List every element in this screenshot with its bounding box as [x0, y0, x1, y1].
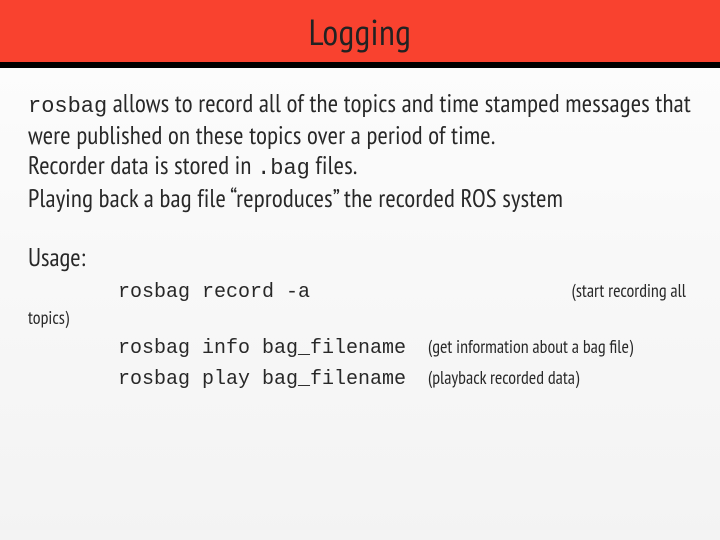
body-paragraph: rosbag allows to record all of the topic…: [28, 88, 692, 213]
command-desc: (get information about a bag file): [428, 335, 633, 358]
body-text-2b: files.: [310, 149, 358, 181]
command-text: rosbag info bag_filename: [118, 337, 418, 360]
title-bar: Logging: [0, 0, 720, 62]
command-desc: (playback recorded data): [428, 366, 579, 389]
body-text-2a: Recorder data is stored in: [28, 149, 257, 181]
command-row: rosbag record -a (start recording all: [28, 279, 692, 304]
usage-block: rosbag record -a (start recording all to…: [28, 279, 692, 391]
body-text-3: Playing back a bag file “reproduces” the…: [28, 182, 563, 214]
command-row: rosbag info bag_filename (get informatio…: [28, 335, 692, 360]
command-row: rosbag play bag_filename (playback recor…: [28, 366, 692, 391]
slide: Logging rosbag allows to record all of t…: [0, 0, 720, 540]
slide-content: rosbag allows to record all of the topic…: [0, 68, 720, 391]
slide-title: Logging: [309, 8, 412, 55]
inline-code-bag: .bag: [257, 156, 310, 181]
topics-continuation: topics): [28, 306, 692, 329]
usage-heading: Usage:: [28, 241, 692, 273]
inline-code-rosbag: rosbag: [28, 94, 107, 119]
command-text: rosbag record -a: [118, 281, 418, 304]
command-text: rosbag play bag_filename: [118, 368, 418, 391]
command-desc: (start recording all: [572, 279, 692, 302]
body-text-1: allows to record all of the topics and t…: [28, 87, 691, 151]
